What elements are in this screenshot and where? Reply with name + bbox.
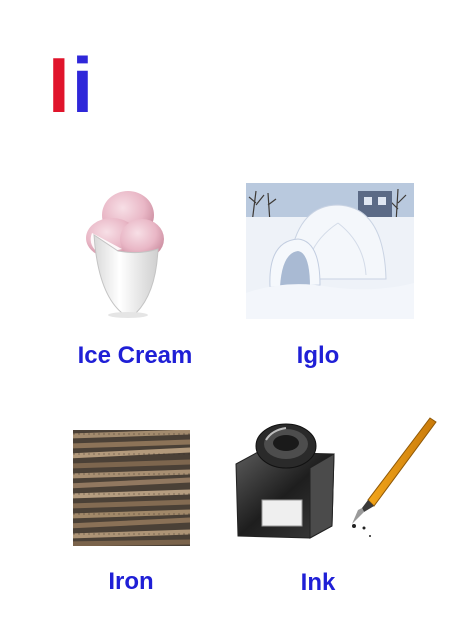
label-ice-cream: Ice Cream bbox=[77, 342, 193, 369]
ice-cream-image bbox=[86, 191, 164, 318]
page-title: Ii bbox=[48, 46, 95, 124]
ink-bottle-image bbox=[235, 417, 437, 539]
label-ink: Ink bbox=[300, 569, 336, 596]
label-iron: Iron bbox=[108, 568, 154, 595]
igloo-image bbox=[246, 183, 414, 319]
iron-rods-image bbox=[73, 430, 190, 546]
letter-uppercase: I bbox=[48, 41, 72, 129]
letter-lowercase: i bbox=[71, 41, 96, 129]
label-iglo: Iglo bbox=[296, 342, 340, 369]
